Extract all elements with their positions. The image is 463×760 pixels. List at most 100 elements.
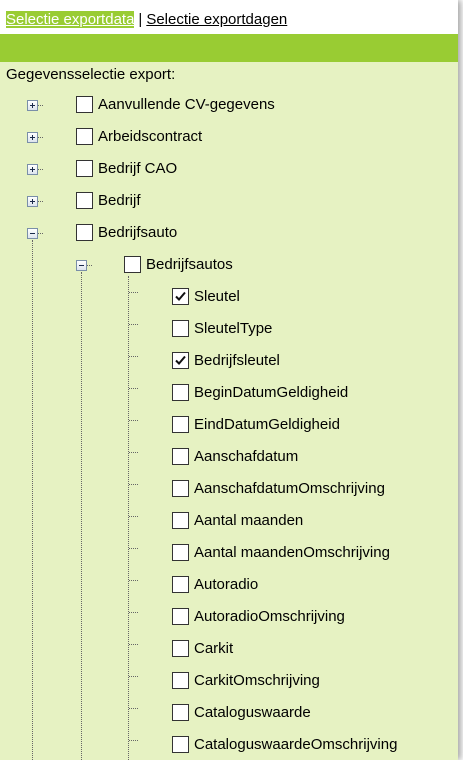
checkbox[interactable] [76, 128, 93, 145]
field-row: Carkit [0, 632, 458, 664]
tree-item-label[interactable]: Aantal maandenOmschrijving [194, 544, 390, 562]
checkbox[interactable] [172, 608, 189, 625]
tree-connector [129, 420, 138, 421]
tree-item-label[interactable]: Bedrijf [98, 192, 141, 210]
expand-icon[interactable] [27, 132, 38, 143]
checkbox[interactable] [172, 512, 189, 529]
tree-connector [129, 388, 138, 389]
collapse-icon[interactable] [27, 228, 38, 239]
checkbox[interactable] [172, 704, 189, 721]
tree-connector [87, 265, 92, 266]
tree-item-label[interactable]: CarkitOmschrijving [194, 672, 320, 690]
tree-connector [38, 137, 43, 138]
checkbox[interactable] [172, 480, 189, 497]
group-row: Bedrijfsauto [0, 216, 458, 248]
tree-connector [129, 292, 138, 293]
group-row: Bedrijf [0, 184, 458, 216]
checkbox[interactable] [76, 192, 93, 209]
tree-connector [38, 201, 43, 202]
tree-item-label[interactable]: BeginDatumGeldigheid [194, 384, 348, 402]
field-row: Aantal maandenOmschrijving [0, 536, 458, 568]
tab-separator: | [138, 11, 143, 28]
tree-item-label[interactable]: Aanschafdatum [194, 448, 298, 466]
checkbox[interactable] [172, 448, 189, 465]
field-row: CataloguswaardeOmschrijving [0, 728, 458, 760]
tree-connector [129, 452, 138, 453]
expand-icon[interactable] [27, 164, 38, 175]
tree-connector [129, 548, 138, 549]
field-row: EindDatumGeldigheid [0, 408, 458, 440]
tree-connector [129, 580, 138, 581]
checkbox[interactable] [76, 160, 93, 177]
field-row: Sleutel [0, 280, 458, 312]
tree-connector [129, 324, 138, 325]
tree-item-label[interactable]: EindDatumGeldigheid [194, 416, 340, 434]
checkbox[interactable] [172, 384, 189, 401]
field-row: AutoradioOmschrijving [0, 600, 458, 632]
tree-connector [129, 516, 138, 517]
tree-item-label[interactable]: AutoradioOmschrijving [194, 608, 345, 626]
tree-connector [129, 612, 138, 613]
tree-connector [129, 740, 138, 741]
checkbox[interactable] [172, 672, 189, 689]
tree-item-label[interactable]: SleutelType [194, 320, 272, 338]
group-row: Arbeidscontract [0, 120, 458, 152]
field-row: CarkitOmschrijving [0, 664, 458, 696]
tree-item-label[interactable]: AanschafdatumOmschrijving [194, 480, 385, 498]
tree-connector [129, 644, 138, 645]
tree-item-label[interactable]: Cataloguswaarde [194, 704, 311, 722]
checkbox[interactable] [172, 320, 189, 337]
checkmark-icon [175, 355, 186, 365]
field-row: Aanschafdatum [0, 440, 458, 472]
tab-bar: Selectie exportdata | Selectie exportdagen [0, 0, 458, 34]
field-row: SleutelType [0, 312, 458, 344]
tree-item-label[interactable]: Aanvullende CV-gegevens [98, 96, 275, 114]
checkbox[interactable] [172, 640, 189, 657]
field-row: Autoradio [0, 568, 458, 600]
field-row: BeginDatumGeldigheid [0, 376, 458, 408]
tree-item-label[interactable]: Arbeidscontract [98, 128, 202, 146]
tree-connector [129, 708, 138, 709]
tree-item-label[interactable]: Sleutel [194, 288, 240, 306]
tab-export-days[interactable]: Selectie exportdagen [146, 11, 287, 28]
tree-item-label[interactable]: Carkit [194, 640, 233, 658]
section-title: Gegevensselectie export: [6, 66, 176, 83]
tree-item-label[interactable]: CataloguswaardeOmschrijving [194, 736, 397, 754]
tree-item-label[interactable]: Bedrijfsleutel [194, 352, 280, 370]
checkbox[interactable] [172, 416, 189, 433]
checkbox[interactable] [76, 96, 93, 113]
field-row: Bedrijfsleutel [0, 344, 458, 376]
header-bar [0, 34, 458, 62]
checkbox[interactable] [172, 544, 189, 561]
subgroup-row: Bedrijfsautos [0, 248, 458, 280]
checkbox[interactable] [172, 736, 189, 753]
tree-item-label[interactable]: Bedrijfsauto [98, 224, 177, 242]
tree-item-label[interactable]: Bedrijf CAO [98, 160, 177, 178]
expand-icon[interactable] [27, 100, 38, 111]
tree-connector [38, 105, 43, 106]
tree-connector [129, 356, 138, 357]
export-selection-panel: Selectie exportdata | Selectie exportdagen… [0, 0, 458, 760]
field-row: Aantal maanden [0, 504, 458, 536]
tree-connector [38, 233, 43, 234]
collapse-icon[interactable] [76, 260, 87, 271]
tree-item-label[interactable]: Autoradio [194, 576, 258, 594]
field-row: AanschafdatumOmschrijving [0, 472, 458, 504]
tree-item-label[interactable]: Aantal maanden [194, 512, 303, 530]
group-row: Bedrijf CAO [0, 152, 458, 184]
tree-connector [38, 169, 43, 170]
field-row: Cataloguswaarde [0, 696, 458, 728]
tree-item-label[interactable]: Bedrijfsautos [146, 256, 233, 274]
checkbox[interactable] [172, 288, 189, 305]
checkmark-icon [175, 291, 186, 301]
expand-icon[interactable] [27, 196, 38, 207]
checkbox[interactable] [124, 256, 141, 273]
checkbox[interactable] [172, 576, 189, 593]
tree-connector [129, 676, 138, 677]
checkbox[interactable] [76, 224, 93, 241]
checkbox[interactable] [172, 352, 189, 369]
tab-export-data[interactable]: Selectie exportdata [6, 11, 135, 28]
tree-connector [129, 484, 138, 485]
group-row: Aanvullende CV-gegevens [0, 88, 458, 120]
export-tree: Aanvullende CV-gegevens Arbeidscontract Be… [0, 88, 458, 760]
